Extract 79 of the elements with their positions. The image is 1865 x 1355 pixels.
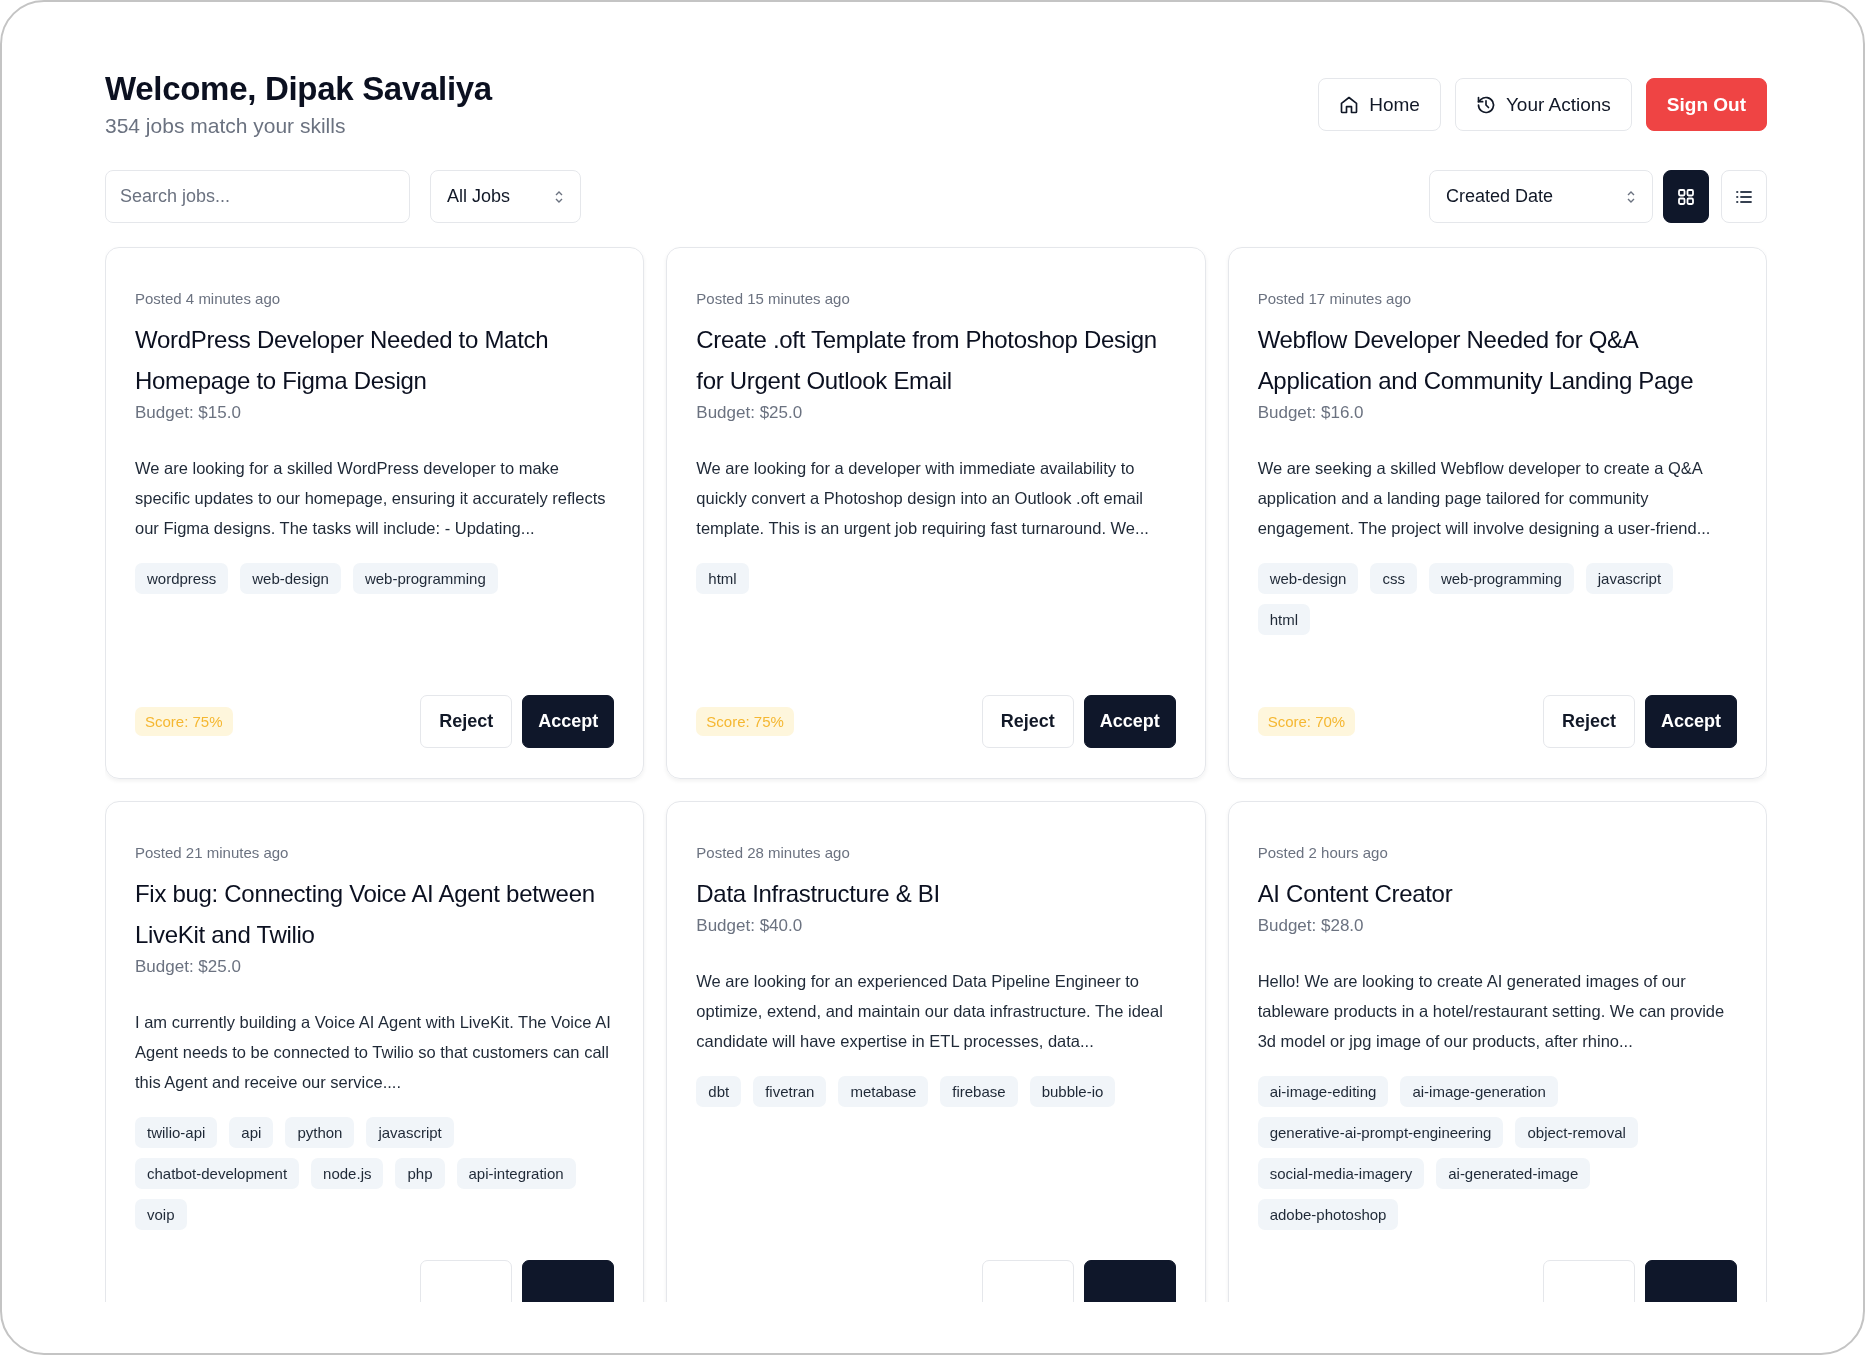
skill-tag: javascript	[366, 1117, 454, 1148]
skill-tag: css	[1370, 563, 1417, 594]
job-description: We are seeking a skilled Webflow developer to create a Q&A application and a landing page tailored for community engagement. The project will involve designing a user-friend...	[1257, 458, 1712, 539]
score-badge: Score: 70%	[1257, 707, 1356, 736]
sign-out-button[interactable]: Sign Out	[1645, 78, 1767, 131]
page-title: Welcome, Dipak Savaliya	[105, 70, 492, 108]
skill-tag: chatbot-development	[135, 1158, 300, 1189]
skill-tag: html	[696, 563, 749, 594]
skill-tag: web-design	[1257, 563, 1359, 594]
job-title[interactable]: Data Infrastructure & BI	[696, 873, 1176, 914]
skill-tag: wordpress	[135, 563, 229, 594]
posted-time: Posted 2 hours ago	[1257, 844, 1389, 861]
score-badge: Score: 75%	[696, 707, 794, 736]
accept-button[interactable]: Accept	[522, 695, 615, 748]
job-description: I am currently building a Voice AI Agent with LiveKit. The Voice AI Agent needs to be connected to Twilio so that customers can call this Agent and receive our service....	[135, 1012, 612, 1093]
skill-tag: javascript	[1585, 563, 1674, 594]
job-budget: Budget: $40.0	[696, 916, 804, 936]
skill-tag: adobe-photoshop	[1257, 1199, 1399, 1230]
job-budget: Budget: $15.0	[135, 403, 242, 423]
posted-time: Posted 21 minutes ago	[135, 844, 290, 861]
skill-tag: social-media-imagery	[1257, 1158, 1425, 1189]
skill-tag: node.js	[311, 1158, 384, 1189]
your-actions-button[interactable]: Your Actions	[1454, 78, 1632, 131]
skill-tag: metabase	[838, 1076, 929, 1107]
button-edge[interactable]	[522, 1260, 615, 1302]
jobs-count: 354 jobs match your skills	[105, 114, 347, 138]
skill-tag: api-integration	[456, 1158, 576, 1189]
home-button[interactable]: Home	[1318, 78, 1441, 131]
skill-tag: php	[395, 1158, 445, 1189]
skill-tag: ai-image-generation	[1400, 1076, 1558, 1107]
skill-tag: voip	[135, 1199, 187, 1230]
grid-view-button[interactable]	[1663, 170, 1709, 223]
job-title[interactable]: Fix bug: Connecting Voice AI Agent between LiveKit and Twilio	[135, 873, 615, 955]
sort-select[interactable]: Created Date	[1429, 170, 1653, 223]
job-budget: Budget: $28.0	[1257, 916, 1365, 936]
search-field[interactable]: Search jobs...	[105, 170, 410, 223]
job-title[interactable]: AI Content Creator	[1257, 873, 1737, 914]
job-budget: Budget: $25.0	[135, 957, 242, 977]
job-description: Hello! We are looking to create AI generated images of our tableware products in a hotel/restaurant setting. We can provide 3d model or jpg image of our products, after rhino...	[1257, 971, 1726, 1052]
job-title[interactable]: WordPress Developer Needed to Match Homepage to Figma Design	[135, 319, 615, 401]
skill-tag: twilio-api	[135, 1117, 218, 1148]
history-icon	[1475, 94, 1496, 115]
accept-button[interactable]: Accept	[1083, 695, 1176, 748]
job-filter-select[interactable]: All Jobs	[430, 170, 581, 223]
job-description: We are looking for a developer with immediate availability to quickly convert a Photoshop design into an Outlook .oft email template. This is an urgent job requiring fast turnaround. We...	[696, 458, 1150, 539]
job-description: We are looking for an experienced Data Pipeline Engineer to optimize, extend, and maintain our data infrastructure. The ideal candidate will have expertise in ETL processes, data...	[696, 971, 1164, 1052]
button-edge[interactable]	[1645, 1260, 1737, 1302]
button-edge[interactable]	[1083, 1260, 1176, 1302]
list-view-button[interactable]	[1721, 170, 1767, 223]
skill-tag: dbt	[696, 1076, 742, 1107]
skill-tag: web-programming	[352, 563, 498, 594]
reject-button[interactable]: Reject	[420, 695, 513, 748]
skill-tag: web-design	[240, 563, 341, 594]
job-budget: Budget: $16.0	[1257, 403, 1365, 423]
grid-icon	[1676, 186, 1696, 207]
posted-time: Posted 15 minutes ago	[696, 290, 851, 307]
skill-tag: html	[1257, 604, 1310, 635]
skill-tag: ai-image-editing	[1257, 1076, 1389, 1107]
accept-button[interactable]: Accept	[1645, 695, 1737, 748]
skill-tag: generative-ai-prompt-engineering	[1257, 1117, 1504, 1148]
skill-tag: firebase	[940, 1076, 1018, 1107]
skill-tag: fivetran	[753, 1076, 827, 1107]
job-description: We are looking for a skilled WordPress developer to make specific updates to our homepage, ensuring it accurately reflects our Figma designs. The tasks will include: - Updating...	[135, 458, 607, 539]
skill-tag: api	[229, 1117, 274, 1148]
skill-tag: python	[285, 1117, 355, 1148]
posted-time: Posted 4 minutes ago	[135, 290, 282, 307]
job-title[interactable]: Webflow Developer Needed for Q&A Application and Community Landing Page	[1257, 319, 1737, 401]
skill-tag: ai-generated-image	[1436, 1158, 1591, 1189]
skill-tag: bubble-io	[1029, 1076, 1116, 1107]
skill-tag: web-programming	[1428, 563, 1574, 594]
score-badge: Score: 75%	[135, 707, 233, 736]
posted-time: Posted 17 minutes ago	[1257, 290, 1413, 307]
reject-button[interactable]: Reject	[981, 695, 1074, 748]
job-budget: Budget: $25.0	[696, 403, 804, 423]
job-title[interactable]: Create .oft Template from Photoshop Design for Urgent Outlook Email	[696, 319, 1176, 401]
home-icon	[1339, 94, 1360, 115]
posted-time: Posted 28 minutes ago	[696, 844, 851, 861]
reject-button[interactable]: Reject	[1543, 695, 1635, 748]
skill-tag: object-removal	[1515, 1117, 1638, 1148]
